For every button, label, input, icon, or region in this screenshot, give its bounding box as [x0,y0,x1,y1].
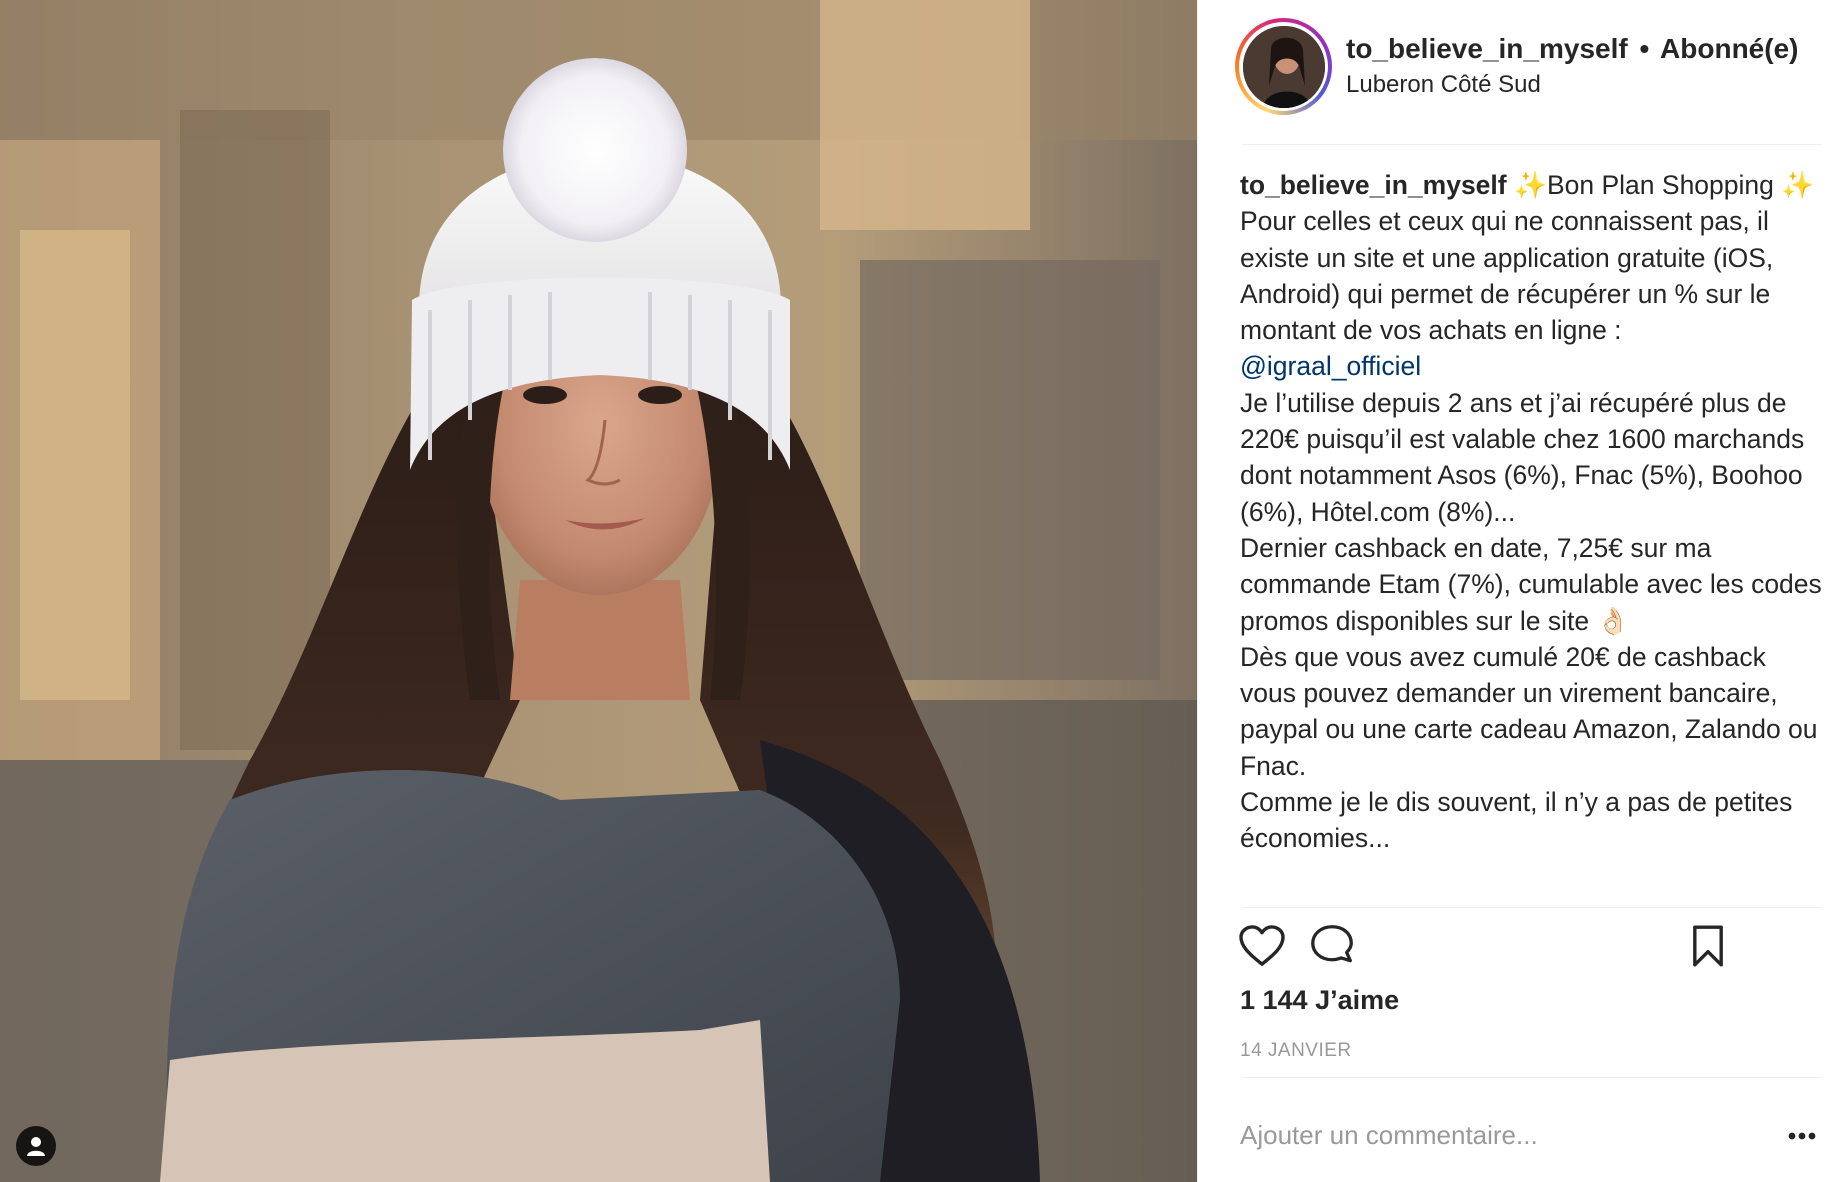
more-options-glyph [1788,1132,1816,1140]
post-photo[interactable] [0,0,1197,1182]
avatar-image [1242,25,1325,108]
caption-comment: to_believe_in_myself ✨Bon Plan Shopping … [1240,167,1825,895]
comment-input[interactable] [1240,1112,1760,1158]
bookmark-icon [1693,925,1723,967]
photo-illustration [0,0,1197,1182]
person-tag-glyph [27,1137,45,1156]
avatar-frame [1239,22,1328,111]
location-link[interactable]: Luberon Côté Sud [1346,70,1826,100]
post-date[interactable]: 14 JANVIER [1240,1040,1352,1062]
avatar[interactable] [1242,25,1325,108]
speech-bubble-icon [1311,925,1353,963]
person-tag-icon[interactable] [16,1126,56,1166]
post-header: to_believe_in_myself • Abonné(e) Luberon… [1198,0,1846,144]
comment-button[interactable] [1304,918,1360,974]
action-bar [1239,918,1826,974]
likes-count[interactable]: 1 144 J’aime [1240,985,1399,1016]
caption-mention-link[interactable]: @igraal_officiel [1240,351,1421,381]
like-button[interactable] [1234,918,1290,974]
ellipsis-icon[interactable] [1782,1118,1822,1154]
avatar-story-ring[interactable] [1235,18,1332,115]
save-button[interactable] [1680,918,1736,974]
caption-text-part-1: Pour celles et ceux qui ne connaissent p… [1240,206,1780,346]
header-divider [1242,144,1822,145]
header-text: to_believe_in_myself • Abonné(e) Luberon… [1346,32,1826,100]
post-side-panel: to_believe_in_myself • Abonné(e) Luberon… [1197,0,1846,1182]
heart-outline-icon [1239,925,1285,966]
username-link[interactable]: to_believe_in_myself [1346,33,1628,64]
caption-text-part-2: Je l’utilise depuis 2 ans et j’ai récupé… [1240,387,1822,854]
header-line: to_believe_in_myself • Abonné(e) [1346,32,1826,66]
instagram-post-modal: to_believe_in_myself • Abonné(e) Luberon… [0,0,1846,1182]
comment-divider [1242,1077,1822,1078]
actions-divider [1242,907,1822,908]
follow-status-button[interactable]: Abonné(e) [1660,33,1798,64]
caption-username[interactable]: to_believe_in_myself [1240,170,1507,200]
caption-headline: ✨Bon Plan Shopping ✨ [1513,170,1815,200]
header-separator: • [1639,33,1650,64]
